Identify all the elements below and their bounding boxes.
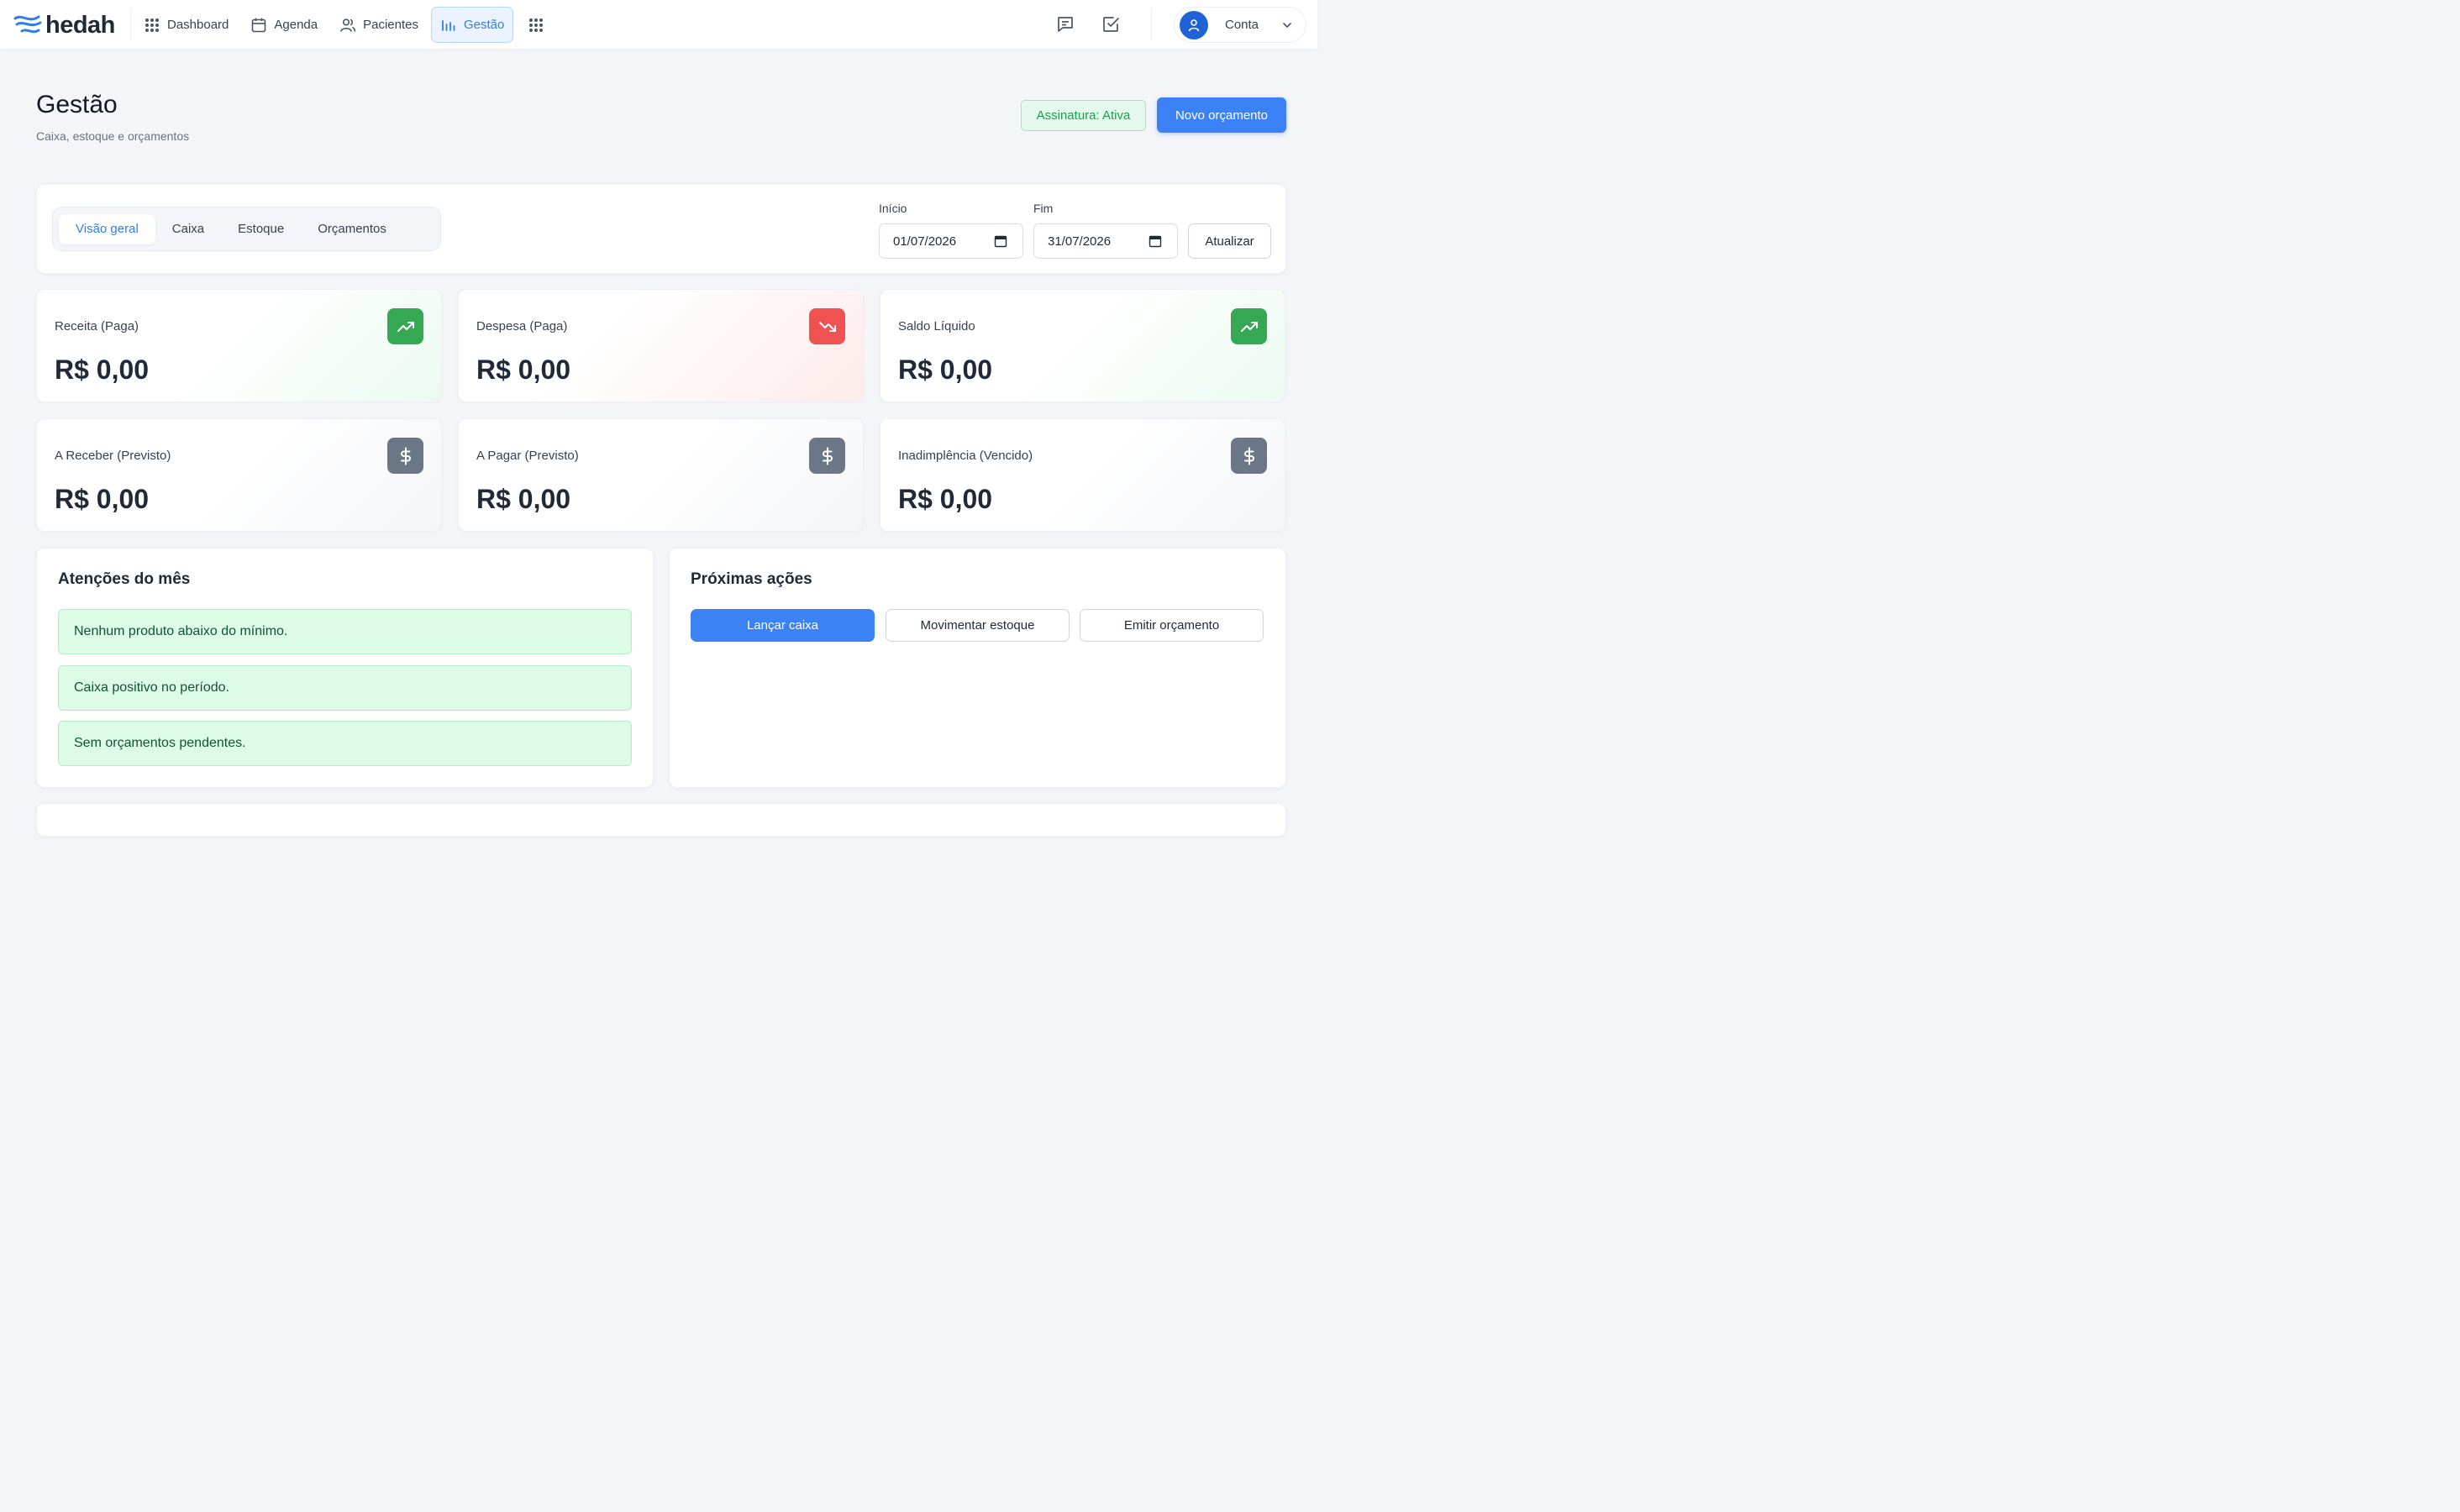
tab-estoque[interactable]: Estoque [221,214,301,244]
dollar-icon [400,447,411,465]
stat-card-a-receber: A Receber (Previsto) R$ 0,00 [36,418,442,532]
calendar-picker-icon[interactable] [994,234,1007,248]
stat-value: R$ 0,00 [476,354,571,385]
tab-caixa[interactable]: Caixa [155,214,221,244]
nav-item-label: Agenda [274,18,318,32]
tab-visao-geral[interactable]: Visão geral [59,213,155,244]
main-nav: Dashboard Agenda Pacientes Gestão [134,7,555,43]
stat-icon-box [1231,308,1267,344]
stat-label: Inadimplência (Vencido) [898,449,1033,463]
dollar-icon [1243,447,1254,465]
refresh-button[interactable]: Atualizar [1188,223,1271,259]
start-date-label: Início [879,202,907,215]
attention-panel: Atenções do mês Nenhum produto abaixo do… [36,548,654,788]
stat-card-saldo: Saldo Líquido R$ 0,00 [880,289,1285,402]
stat-label: A Pagar (Previsto) [476,449,579,463]
stat-value: R$ 0,00 [898,484,993,514]
nav-item-agenda[interactable]: Agenda [241,7,327,43]
attention-item: Nenhum produto abaixo do mínimo. [58,609,632,654]
brand-name: hedah [45,11,115,39]
header-divider [1151,8,1152,40]
section-tabs: Visão geral Caixa Estoque Orçamentos [52,207,441,251]
end-date-value: 31/07/2026 [1048,234,1112,249]
stat-value: R$ 0,00 [476,484,571,514]
new-quote-button[interactable]: Novo orçamento [1157,97,1286,133]
dashboard-grid-icon [145,18,159,32]
account-menu[interactable]: Conta [1174,7,1306,43]
nav-item-label: Pacientes [363,18,418,32]
nav-item-label: Gestão [463,18,505,32]
bottom-panel [36,803,1286,837]
attention-title: Atenções do mês [58,570,191,588]
stat-label: Saldo Líquido [898,319,975,333]
calendar-picker-icon[interactable] [1149,234,1162,248]
stat-label: Receita (Paga) [55,319,139,333]
message-square-icon[interactable] [1055,14,1075,34]
nav-divider [130,8,131,40]
nav-item-dashboard[interactable]: Dashboard [134,7,238,43]
stat-value: R$ 0,00 [898,354,993,385]
stat-icon-box [387,438,423,474]
nav-item-gestao[interactable]: Gestão [430,7,514,43]
stat-label: Despesa (Paga) [476,319,568,333]
stat-card-despesa: Despesa (Paga) R$ 0,00 [458,289,864,402]
launch-cash-button[interactable]: Lançar caixa [691,609,875,642]
bar-chart-icon [442,19,455,31]
page-subtitle: Caixa, estoque e orçamentos [36,129,190,143]
tab-orcamentos[interactable]: Orçamentos [301,214,403,244]
nav-more-apps[interactable] [517,7,555,43]
stat-card-receita: Receita (Paga) R$ 0,00 [36,289,442,402]
stat-value: R$ 0,00 [55,354,150,385]
end-date-label: Fim [1033,202,1054,215]
subscription-status-badge: Assinatura: Ativa [1021,100,1146,131]
avatar [1180,10,1208,39]
brand-logo[interactable]: hedah [13,12,115,39]
account-label: Conta [1225,18,1259,32]
trending-down-icon [818,321,836,332]
stat-value: R$ 0,00 [55,484,150,514]
attention-item: Caixa positivo no período. [58,665,632,711]
calendar-icon [252,18,266,32]
end-date-input[interactable]: 31/07/2026 [1033,223,1178,259]
move-stock-button[interactable]: Movimentar estoque [886,609,1070,642]
next-actions-panel: Próximas ações Lançar caixa Movimentar e… [669,548,1286,788]
apps-grid-icon [529,18,544,32]
stat-icon-box [809,438,845,474]
next-actions-title: Próximas ações [691,570,812,588]
start-date-input[interactable]: 01/07/2026 [879,223,1023,259]
dollar-icon [822,447,833,465]
attention-item: Sem orçamentos pendentes. [58,721,632,766]
stat-icon-box [1231,438,1267,474]
stat-card-inadimplencia: Inadimplência (Vencido) R$ 0,00 [880,418,1285,532]
start-date-value: 01/07/2026 [893,234,957,249]
issue-quote-button[interactable]: Emitir orçamento [1080,609,1264,642]
hedah-logo-icon [13,15,42,34]
user-icon [1188,18,1200,31]
stat-icon-box [387,308,423,344]
nav-item-pacientes[interactable]: Pacientes [330,7,428,43]
trending-up-icon [1240,321,1258,332]
chevron-down-icon [1283,23,1291,29]
stat-icon-box [809,308,845,344]
page-title: Gestão [36,91,118,118]
nav-item-label: Dashboard [167,18,229,32]
check-square-icon[interactable] [1101,14,1121,34]
stat-label: A Receber (Previsto) [55,449,171,463]
users-icon [340,18,356,32]
top-navigation-bar: hedah Dashboard Agenda Pacientes Gestão … [0,0,1317,50]
filter-panel: Visão geral Caixa Estoque Orçamentos Iní… [36,184,1286,274]
trending-up-icon [397,321,414,332]
stat-card-a-pagar: A Pagar (Previsto) R$ 0,00 [458,418,864,532]
